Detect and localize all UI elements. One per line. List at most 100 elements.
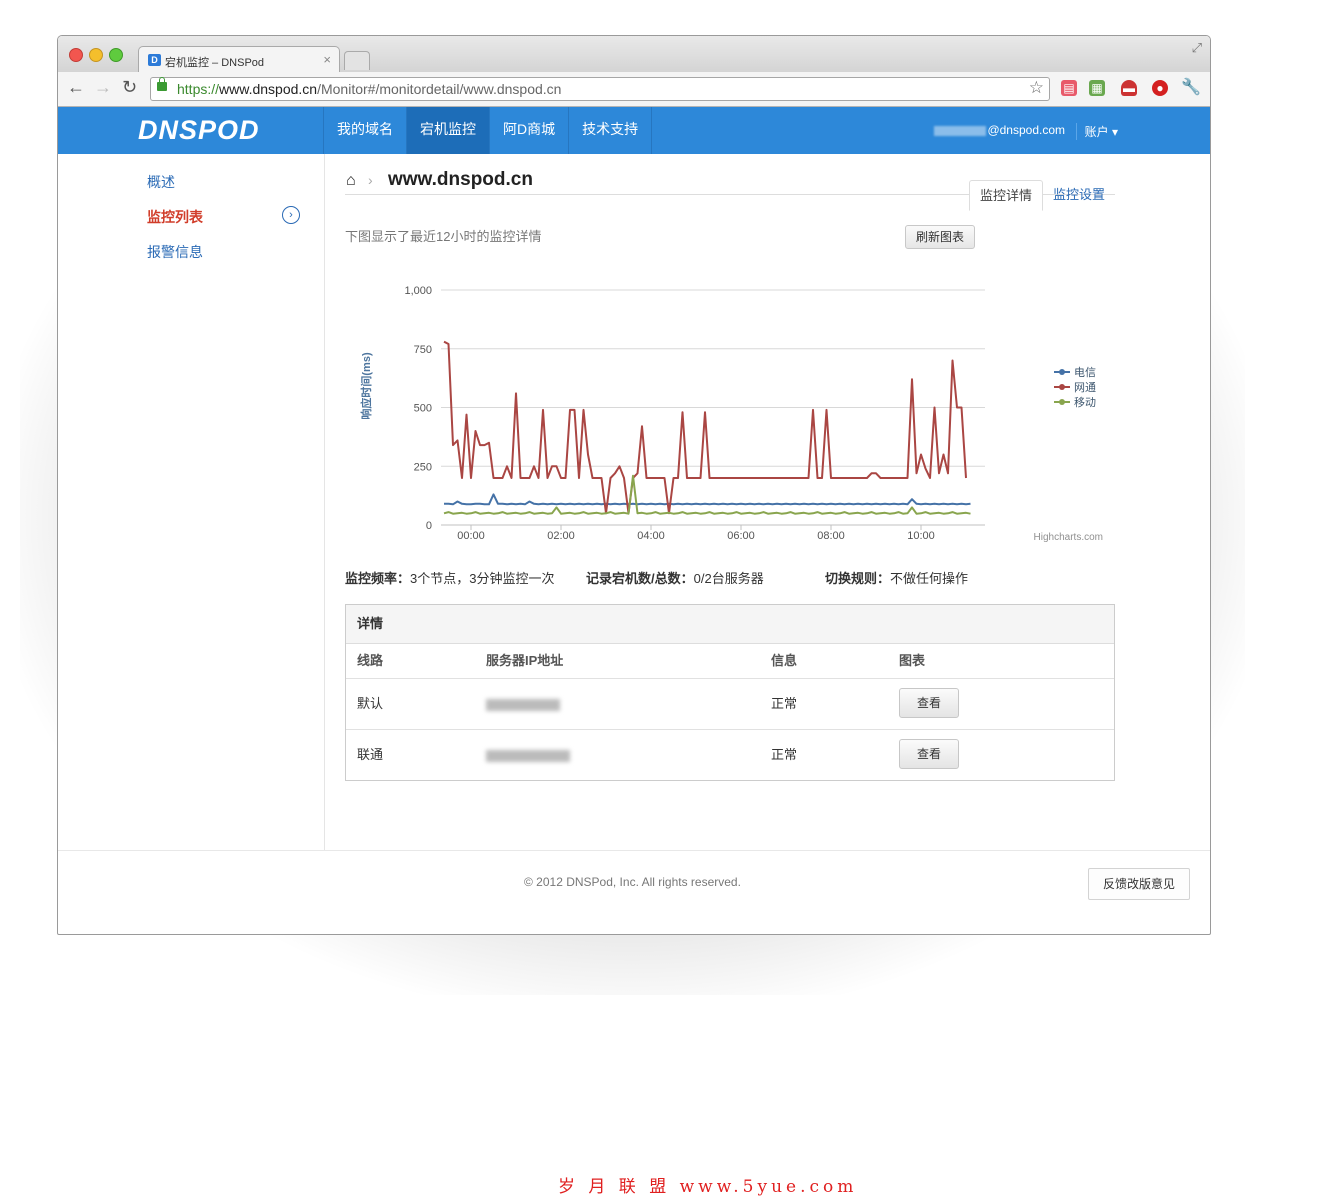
legend-item: 移动 — [1074, 396, 1096, 409]
sidebar-item-monitor-list[interactable]: 监控列表 — [147, 207, 203, 227]
extension-page-icon[interactable]: ▦ — [1089, 80, 1105, 96]
row-status: 正常 — [771, 696, 798, 711]
account-menu[interactable]: 账户 ▾ — [1075, 123, 1118, 140]
wrench-menu-icon[interactable]: 🔧 — [1181, 80, 1201, 96]
dnspod-logo[interactable]: DNSPOD — [138, 115, 260, 146]
details-table: 详情 线路 服务器IP地址 信息 图表 默认 正常 查看 联通 正常 查看 — [345, 604, 1115, 781]
legend-item: 网通 — [1074, 381, 1096, 394]
header-line: 线路 — [357, 653, 384, 668]
nav-support[interactable]: 技术支持 — [568, 107, 653, 154]
header-info: 信息 — [771, 653, 798, 668]
forward-icon[interactable]: → — [94, 77, 112, 98]
nav-shop[interactable]: 阿D商城 — [489, 107, 568, 154]
extension-stop-icon[interactable]: ● — [1152, 80, 1168, 96]
user-email[interactable]: @dnspod.com — [934, 123, 1065, 137]
url-text: https://www.dnspod.cn/Monitor#/monitorde… — [177, 81, 562, 97]
series-line-移动 — [443, 474, 971, 515]
row-server-ip-redacted — [486, 730, 570, 780]
header-server-ip: 服务器IP地址 — [486, 653, 564, 668]
y-tick-label: 0 — [426, 520, 432, 532]
response-time-chart: 0 250 500 750 1,000 00:00 02:00 04:00 06:00 08:0… — [359, 285, 1103, 543]
reload-icon[interactable]: ↻ — [122, 77, 137, 98]
details-caption: 详情 — [346, 605, 1114, 644]
feedback-button[interactable]: 反馈改版意见 — [1088, 868, 1190, 900]
sidebar: 概述 监控列表 › 报警信息 — [58, 154, 325, 850]
tab-title: 宕机监控 – DNSPod — [165, 57, 265, 69]
sidebar-item-overview[interactable]: 概述 — [147, 172, 175, 192]
series-line-电信 — [444, 493, 971, 506]
browser-tab[interactable]: D 宕机监控 – DNSPod × — [138, 46, 340, 73]
minimize-window-button[interactable] — [89, 48, 103, 62]
y-tick-label: 500 — [414, 403, 432, 415]
footer: © 2012 DNSPod, Inc. All rights reserved.… — [58, 850, 1210, 934]
sidebar-item-alerts[interactable]: 报警信息 — [147, 242, 203, 262]
new-tab-button[interactable] — [344, 51, 370, 70]
row-server-ip-redacted — [486, 679, 560, 729]
x-tick-label: 00:00 — [457, 530, 485, 542]
chart-grid — [441, 289, 985, 526]
legend-marker — [1059, 384, 1065, 390]
refresh-chart-button[interactable]: 刷新图表 — [905, 225, 975, 249]
x-tick-label: 02:00 — [547, 530, 575, 542]
y-tick-label: 1,000 — [404, 285, 432, 297]
row-line: 默认 — [357, 696, 384, 711]
highcharts-credit: Highcharts.com — [1034, 532, 1103, 543]
chart-x-ticks: 00:00 02:00 04:00 06:00 08:00 10:00 — [457, 525, 935, 542]
main-nav: 我的域名 宕机监控 阿D商城 技术支持 — [323, 107, 653, 154]
bookmark-star-icon[interactable]: ☆ — [1029, 77, 1044, 99]
title-bar: D 宕机监控 – DNSPod × ⤢ — [58, 36, 1210, 73]
chart-series — [443, 340, 971, 515]
copyright: © 2012 DNSPod, Inc. All rights reserved. — [524, 875, 741, 889]
browser-window: D 宕机监控 – DNSPod × ⤢ ← → ↻ https://www.dn… — [57, 35, 1211, 935]
breadcrumb-separator-icon: › — [368, 172, 373, 188]
row-status: 正常 — [771, 747, 798, 762]
home-icon[interactable]: ⌂ — [346, 172, 356, 190]
table-row: 联通 正常 查看 — [346, 730, 1114, 780]
downtime-count: 记录宕机数/总数：0/2台服务器 — [586, 571, 764, 586]
monitor-frequency: 监控频率：3个节点，3分钟监控一次 — [345, 571, 555, 586]
x-tick-label: 08:00 — [817, 530, 845, 542]
chart-y-axis-label: 响应时间(ms) — [359, 352, 373, 420]
fullscreen-icon[interactable]: ⤢ — [1192, 40, 1202, 56]
chart-description: 下图显示了最近12小时的监控详情 — [345, 229, 542, 244]
zoom-window-button[interactable] — [109, 48, 123, 62]
site-header: DNSPOD 我的域名 宕机监控 阿D商城 技术支持 @dnspod.com 账… — [58, 107, 1210, 154]
view-chart-button[interactable]: 查看 — [899, 739, 959, 769]
table-header-row: 线路 服务器IP地址 信息 图表 — [346, 644, 1114, 679]
redacted-username — [934, 125, 987, 136]
chart-y-ticks: 0 250 500 750 1,000 — [404, 285, 432, 532]
monitor-tabs: 监控详情 监控设置 — [968, 180, 1115, 211]
header-chart: 图表 — [899, 653, 926, 668]
legend-item: 电信 — [1074, 366, 1096, 379]
legend-marker — [1059, 399, 1065, 405]
switch-rule: 切换规则：不做任何操作 — [825, 571, 969, 586]
x-tick-label: 06:00 — [727, 530, 755, 542]
row-line: 联通 — [357, 747, 384, 762]
chevron-right-circle-icon[interactable]: › — [282, 206, 300, 224]
browser-toolbar: ← → ↻ https://www.dnspod.cn/Monitor#/mon… — [58, 72, 1210, 107]
watermark: 岁 月 联 盟 www.5yue.com — [558, 1177, 858, 1197]
tab-close-icon[interactable]: × — [323, 52, 331, 67]
extension-clip-icon[interactable]: ▤ — [1061, 80, 1077, 96]
x-tick-label: 10:00 — [907, 530, 935, 542]
page-title: www.dnspod.cn — [388, 169, 533, 190]
x-tick-label: 04:00 — [637, 530, 665, 542]
tab-monitor-settings[interactable]: 监控设置 — [1043, 180, 1115, 209]
y-tick-label: 250 — [414, 461, 432, 473]
nav-monitor[interactable]: 宕机监控 — [406, 107, 489, 154]
nav-my-domains[interactable]: 我的域名 — [323, 107, 406, 154]
extension-sofa-icon[interactable]: ▬ — [1121, 80, 1137, 96]
series-line-网通 — [443, 340, 967, 515]
tab-monitor-detail[interactable]: 监控详情 — [968, 180, 1043, 211]
legend-marker — [1059, 369, 1065, 375]
view-chart-button[interactable]: 查看 — [899, 688, 959, 718]
address-bar[interactable]: https://www.dnspod.cn/Monitor#/monitorde… — [150, 77, 1050, 101]
table-row: 默认 正常 查看 — [346, 679, 1114, 730]
chart-legend: 电信网通移动 — [1054, 366, 1096, 409]
close-window-button[interactable] — [69, 48, 83, 62]
breadcrumb: ⌂ › www.dnspod.cn 监控详情 监控设置 — [345, 169, 1115, 211]
secure-lock-icon — [157, 77, 167, 91]
back-icon[interactable]: ← — [67, 77, 85, 98]
y-tick-label: 750 — [414, 344, 432, 356]
dnspod-favicon-icon: D — [148, 54, 161, 66]
